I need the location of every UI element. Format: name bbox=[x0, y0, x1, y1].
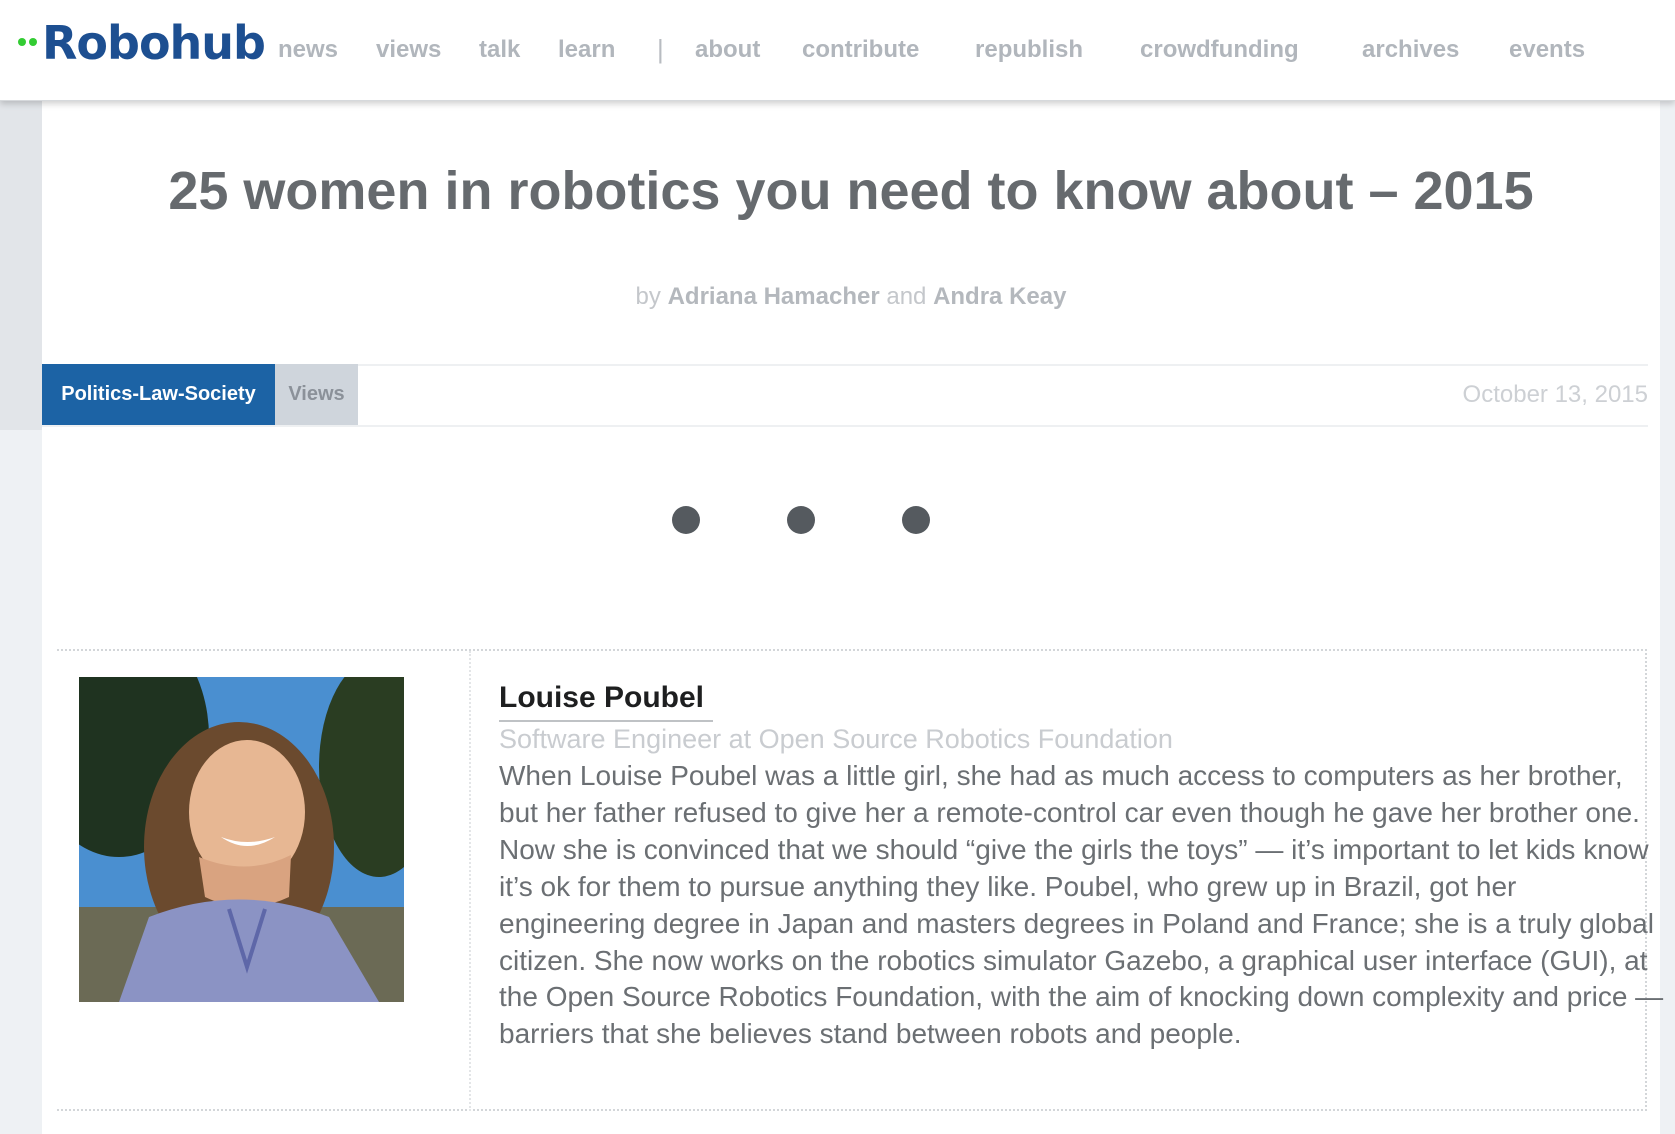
profile-photo bbox=[79, 677, 404, 1002]
loading-indicator bbox=[42, 506, 1660, 536]
meta-divider-bottom bbox=[42, 425, 1648, 427]
profile-name-underline bbox=[499, 720, 713, 722]
article-byline: by Adriana Hamacher and Andra Keay bbox=[42, 283, 1660, 311]
byline-prefix: by bbox=[635, 283, 661, 310]
nav-item-learn[interactable]: learn bbox=[558, 36, 615, 64]
profile-name: Louise Poubel bbox=[499, 681, 705, 714]
article-content: 25 women in robotics you need to know ab… bbox=[42, 100, 1663, 1134]
author-link-1[interactable]: Adriana Hamacher bbox=[668, 283, 880, 310]
top-navigation-bar: Robohub news views talk learn | about co… bbox=[0, 0, 1675, 101]
nav-item-about[interactable]: about bbox=[695, 36, 760, 64]
nav-item-news[interactable]: news bbox=[278, 36, 338, 64]
byline-conjunction: and bbox=[886, 283, 927, 310]
category-tag-politics-law-society[interactable]: Politics-Law-Society bbox=[42, 364, 275, 425]
left-gutter bbox=[0, 100, 42, 430]
profile-card: Louise Poubel Software Engineer at Open … bbox=[57, 649, 1663, 1111]
loading-dot-icon bbox=[787, 506, 815, 534]
nav-item-contribute[interactable]: contribute bbox=[802, 36, 919, 64]
article-title: 25 women in robotics you need to know ab… bbox=[168, 161, 1534, 221]
card-divider bbox=[469, 651, 471, 1111]
profile-bio: When Louise Poubel was a little girl, sh… bbox=[499, 760, 1664, 1050]
nav-item-crowdfunding[interactable]: crowdfunding bbox=[1140, 36, 1299, 64]
nav-item-republish[interactable]: republish bbox=[975, 36, 1083, 64]
profile-role: Software Engineer at Open Source Robotic… bbox=[499, 724, 1173, 754]
nav-item-talk[interactable]: talk bbox=[479, 36, 520, 64]
post-date: October 13, 2015 bbox=[1462, 381, 1648, 408]
nav-item-views[interactable]: views bbox=[376, 36, 441, 64]
loading-dot-icon bbox=[672, 506, 700, 534]
nav-item-archives[interactable]: archives bbox=[1362, 36, 1459, 64]
nav-separator: | bbox=[657, 34, 664, 64]
category-tag-views[interactable]: Views bbox=[275, 364, 358, 425]
main-nav: news views talk learn | about contribute… bbox=[0, 0, 1675, 100]
nav-item-events[interactable]: events bbox=[1509, 36, 1585, 64]
author-link-2[interactable]: Andra Keay bbox=[933, 283, 1066, 310]
loading-dot-icon bbox=[902, 506, 930, 534]
